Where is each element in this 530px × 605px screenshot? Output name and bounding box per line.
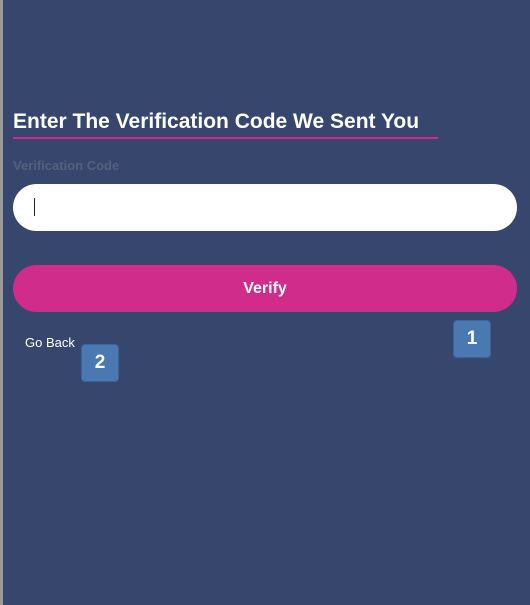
verification-page: Enter The Verification Code We Sent You … bbox=[3, 0, 530, 605]
page-title: Enter The Verification Code We Sent You bbox=[13, 110, 420, 133]
marker-badge-1: 1 bbox=[453, 320, 491, 358]
verification-code-input[interactable] bbox=[13, 184, 517, 231]
text-cursor bbox=[34, 198, 35, 216]
title-underline bbox=[13, 137, 438, 139]
marker-badge-2: 2 bbox=[81, 344, 119, 382]
verify-button[interactable]: Verify bbox=[13, 265, 517, 312]
verification-code-label: Verification Code bbox=[13, 158, 120, 173]
go-back-link[interactable]: Go Back bbox=[25, 335, 75, 350]
